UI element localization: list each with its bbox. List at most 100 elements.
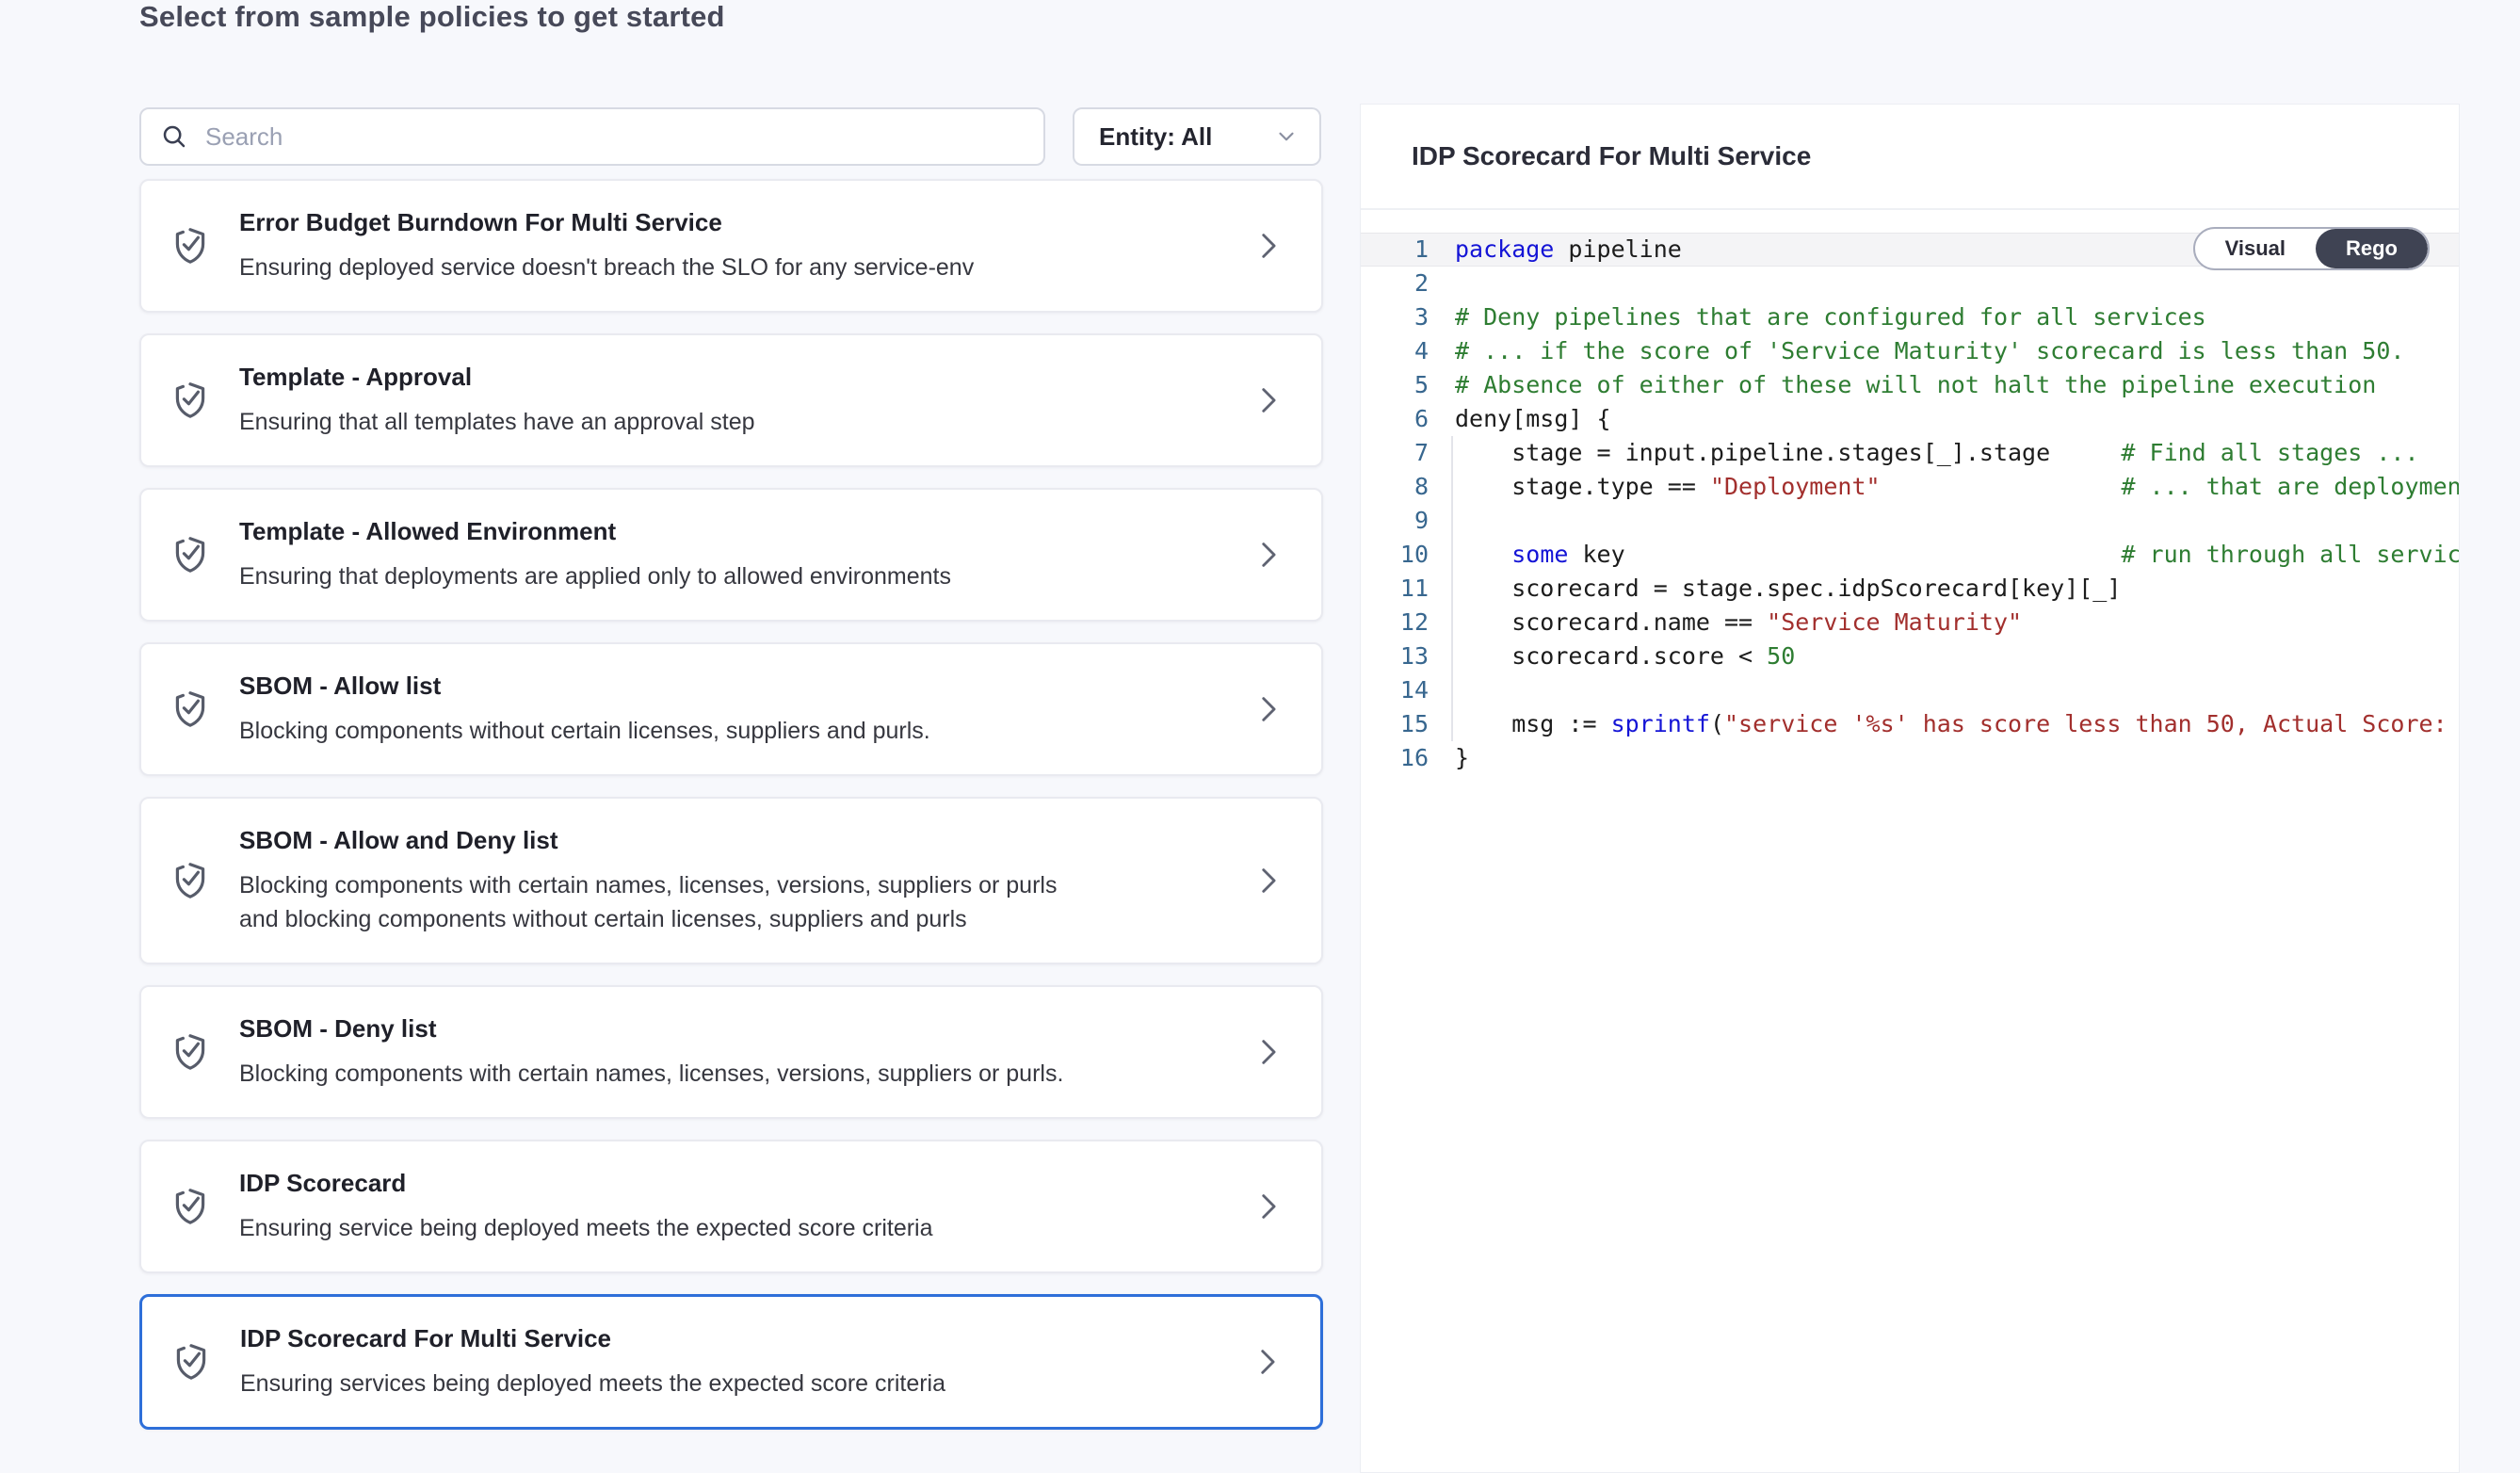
entity-filter-dropdown[interactable]: Entity: All — [1073, 107, 1321, 166]
chevron-right-icon[interactable] — [1252, 693, 1284, 725]
line-number: 11 — [1361, 572, 1455, 606]
line-number: 16 — [1361, 741, 1455, 775]
policy-card-text: SBOM - Deny list Blocking components wit… — [239, 1013, 1063, 1091]
code-line: 5 # Absence of either of these will not … — [1361, 368, 2459, 402]
policy-card[interactable]: Template - Allowed Environment Ensuring … — [139, 488, 1323, 622]
policy-card[interactable]: Template - Approval Ensuring that all te… — [139, 333, 1323, 467]
policy-description: Blocking components without certain lice… — [239, 714, 930, 748]
policy-card[interactable]: IDP Scorecard For Multi Service Ensuring… — [139, 1294, 1323, 1430]
policy-title: Template - Allowed Environment — [239, 516, 951, 546]
code-line: 11 scorecard = stage.spec.idpScorecard[k… — [1361, 572, 2459, 606]
policy-title: IDP Scorecard For Multi Service — [240, 1323, 945, 1353]
policy-description: Ensuring that all templates have an appr… — [239, 405, 755, 439]
visual-tab[interactable]: Visual — [2195, 229, 2316, 268]
code-line: 9 — [1361, 504, 2459, 538]
policy-card-text: IDP Scorecard For Multi Service Ensuring… — [240, 1323, 945, 1400]
view-mode-toggle: Visual Rego — [2193, 227, 2430, 270]
line-number: 15 — [1361, 707, 1455, 741]
policy-title: SBOM - Allow list — [239, 671, 930, 701]
rego-tab[interactable]: Rego — [2316, 229, 2428, 268]
policy-description: Ensuring that deployments are applied on… — [239, 559, 951, 593]
code-line: 10 some key # run through all services — [1361, 538, 2459, 572]
code-line: 4 # ... if the score of 'Service Maturit… — [1361, 334, 2459, 368]
search-input[interactable] — [203, 121, 1025, 153]
shield-check-icon — [141, 1184, 239, 1229]
line-number: 9 — [1361, 504, 1455, 538]
chevron-right-icon[interactable] — [1252, 384, 1284, 416]
chevron-right-icon[interactable] — [1251, 1346, 1283, 1378]
shield-check-icon — [141, 532, 239, 577]
code-editor[interactable]: 1 package pipeline 2 3 # Deny pipelines … — [1361, 210, 2459, 775]
code-line: 16 } — [1361, 741, 2459, 775]
code-text — [1455, 504, 2459, 538]
code-text: stage.type == "Deployment" # ... that ar… — [1455, 470, 2459, 504]
chevron-right-icon[interactable] — [1252, 865, 1284, 897]
indent-guide — [1451, 436, 1453, 741]
policy-card-text: Error Budget Burndown For Multi Service … — [239, 207, 974, 284]
code-line: 8 stage.type == "Deployment" # ... that … — [1361, 470, 2459, 504]
chevron-right-icon[interactable] — [1252, 539, 1284, 571]
line-number: 5 — [1361, 368, 1455, 402]
policy-card-text: SBOM - Allow list Blocking components wi… — [239, 671, 930, 748]
detail-panel-header: IDP Scorecard For Multi Service — [1361, 105, 2459, 210]
shield-check-icon — [141, 223, 239, 268]
line-number: 8 — [1361, 470, 1455, 504]
code-text — [1455, 673, 2459, 707]
policy-title: IDP Scorecard — [239, 1168, 933, 1198]
code-line: 7 stage = input.pipeline.stages[_].stage… — [1361, 436, 2459, 470]
detail-panel-title: IDP Scorecard For Multi Service — [1412, 141, 1811, 171]
policy-card-text: Template - Allowed Environment Ensuring … — [239, 516, 951, 593]
shield-check-icon — [141, 378, 239, 423]
line-number: 13 — [1361, 639, 1455, 673]
code-text: msg := sprintf("service '%s' has score l… — [1455, 707, 2459, 741]
policy-card[interactable]: SBOM - Allow and Deny list Blocking comp… — [139, 797, 1323, 964]
code-line: 13 scorecard.score < 50 — [1361, 639, 2459, 673]
chevron-right-icon[interactable] — [1252, 1190, 1284, 1222]
code-line: 14 — [1361, 673, 2459, 707]
line-number: 1 — [1361, 233, 1455, 267]
policy-description: Ensuring deployed service doesn't breach… — [239, 251, 974, 284]
code-text: scorecard.score < 50 — [1455, 639, 2459, 673]
policy-card[interactable]: SBOM - Allow list Blocking components wi… — [139, 642, 1323, 776]
policy-card-text: IDP Scorecard Ensuring service being dep… — [239, 1168, 933, 1245]
page-title: Select from sample policies to get start… — [139, 0, 725, 34]
shield-check-icon — [141, 687, 239, 732]
policy-description: Ensuring services being deployed meets t… — [240, 1367, 945, 1400]
policy-card[interactable]: Error Budget Burndown For Multi Service … — [139, 179, 1323, 313]
code-text: # Deny pipelines that are configured for… — [1455, 300, 2459, 334]
chevron-right-icon[interactable] — [1252, 230, 1284, 262]
code-text: } — [1455, 741, 2459, 775]
line-number: 14 — [1361, 673, 1455, 707]
shield-check-icon — [141, 1029, 239, 1075]
policy-title: Template - Approval — [239, 362, 755, 392]
code-line: 3 # Deny pipelines that are configured f… — [1361, 300, 2459, 334]
policy-list: Error Budget Burndown For Multi Service … — [139, 179, 1323, 1430]
policy-card[interactable]: IDP Scorecard Ensuring service being dep… — [139, 1140, 1323, 1273]
policy-description: Blocking components with certain names, … — [239, 868, 1068, 936]
code-text: stage = input.pipeline.stages[_].stage #… — [1455, 436, 2459, 470]
chevron-down-icon — [1274, 124, 1299, 149]
line-number: 6 — [1361, 402, 1455, 436]
code-text — [1455, 267, 2459, 300]
policy-list-panel: Entity: All Error Budget Burndown For Mu… — [139, 107, 1323, 1430]
search-icon — [160, 122, 188, 151]
code-line: 15 msg := sprintf("service '%s' has scor… — [1361, 707, 2459, 741]
code-line: 12 scorecard.name == "Service Maturity" — [1361, 606, 2459, 639]
policy-description: Blocking components with certain names, … — [239, 1057, 1063, 1091]
list-toolbar: Entity: All — [139, 107, 1323, 166]
sample-policies-screen: Select from sample policies to get start… — [0, 0, 2520, 1473]
shield-check-icon — [141, 858, 239, 903]
policy-detail-panel: IDP Scorecard For Multi Service 1 packag… — [1360, 104, 2460, 1473]
chevron-right-icon[interactable] — [1252, 1036, 1284, 1068]
policy-card[interactable]: SBOM - Deny list Blocking components wit… — [139, 985, 1323, 1119]
search-box[interactable] — [139, 107, 1045, 166]
code-text: # Absence of either of these will not ha… — [1455, 368, 2459, 402]
line-number: 3 — [1361, 300, 1455, 334]
policy-title: Error Budget Burndown For Multi Service — [239, 207, 974, 237]
code-text: scorecard.name == "Service Maturity" — [1455, 606, 2459, 639]
policy-title: SBOM - Allow and Deny list — [239, 825, 1068, 855]
code-line: 6 deny[msg] { — [1361, 402, 2459, 436]
line-number: 7 — [1361, 436, 1455, 470]
code-text: # ... if the score of 'Service Maturity'… — [1455, 334, 2459, 368]
policy-description: Ensuring service being deployed meets th… — [239, 1211, 933, 1245]
